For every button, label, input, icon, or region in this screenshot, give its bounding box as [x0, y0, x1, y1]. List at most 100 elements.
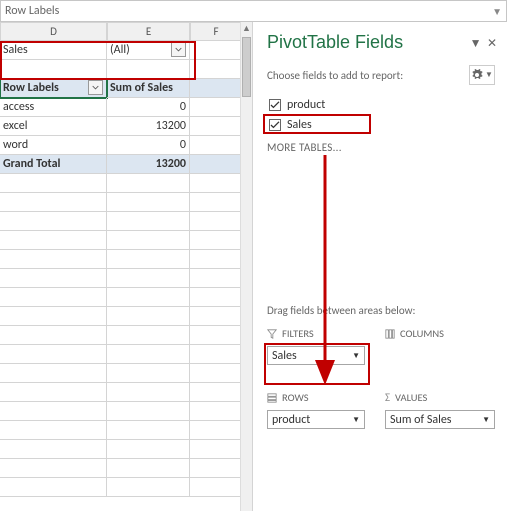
cell[interactable]: [0, 174, 107, 193]
checkbox-icon[interactable]: [269, 99, 281, 111]
pivot-row-label[interactable]: word: [0, 136, 107, 155]
cell[interactable]: [0, 193, 107, 212]
field-item-sales[interactable]: Sales: [267, 115, 495, 135]
pivot-header-rowlabels[interactable]: Row Labels: [0, 79, 107, 98]
cell[interactable]: [190, 155, 242, 174]
cell[interactable]: [107, 212, 190, 231]
cell[interactable]: [0, 250, 107, 269]
cell[interactable]: [107, 307, 190, 326]
area-chip-sales[interactable]: Sales ▼: [267, 346, 365, 365]
cell[interactable]: [190, 41, 242, 60]
cell[interactable]: [190, 117, 242, 136]
cell[interactable]: [0, 288, 107, 307]
report-filter-label[interactable]: Sales: [0, 41, 107, 60]
scroll-thumb[interactable]: [242, 37, 251, 97]
area-label: ROWS: [282, 391, 309, 404]
col-header-f[interactable]: F: [190, 22, 242, 41]
cell[interactable]: [0, 440, 107, 459]
cell[interactable]: [107, 478, 190, 497]
cell[interactable]: [190, 269, 242, 288]
cell[interactable]: [0, 478, 107, 497]
cell[interactable]: [190, 307, 242, 326]
pivot-row-value[interactable]: 13200: [107, 117, 190, 136]
pivot-row-label[interactable]: excel: [0, 117, 107, 136]
cell[interactable]: [190, 79, 242, 98]
cell[interactable]: [0, 345, 107, 364]
cell[interactable]: [107, 231, 190, 250]
cell[interactable]: [190, 478, 242, 497]
cell[interactable]: [0, 212, 107, 231]
cell[interactable]: [190, 459, 242, 478]
more-tables-link[interactable]: MORE TABLES...: [267, 141, 495, 154]
cell[interactable]: [190, 174, 242, 193]
cell[interactable]: [190, 193, 242, 212]
column-headers: D E F: [0, 22, 252, 41]
cell[interactable]: [107, 440, 190, 459]
cell[interactable]: [107, 345, 190, 364]
cell[interactable]: [0, 402, 107, 421]
pivot-grand-total-label[interactable]: Grand Total: [0, 155, 107, 174]
area-chip-sumofsales[interactable]: Sum of Sales ▼: [385, 410, 495, 429]
area-chip-product[interactable]: product ▼: [267, 410, 365, 429]
cell[interactable]: [107, 364, 190, 383]
col-header-e[interactable]: E: [107, 22, 190, 41]
cell[interactable]: [107, 326, 190, 345]
cell[interactable]: [107, 402, 190, 421]
cell[interactable]: [190, 440, 242, 459]
col-header-d[interactable]: D: [0, 22, 107, 41]
cell[interactable]: [0, 383, 107, 402]
cell[interactable]: [190, 250, 242, 269]
cell[interactable]: [190, 364, 242, 383]
cell[interactable]: [107, 383, 190, 402]
pivot-grand-total-value[interactable]: 13200: [107, 155, 190, 174]
gear-icon[interactable]: ▼: [469, 65, 495, 85]
cell[interactable]: [107, 60, 190, 79]
cell[interactable]: [107, 421, 190, 440]
pivot-row-value[interactable]: 0: [107, 136, 190, 155]
cell[interactable]: [190, 98, 242, 117]
worksheet-grid[interactable]: D E F Sales (All): [0, 22, 252, 511]
vertical-scrollbar[interactable]: ▲: [240, 22, 252, 511]
filter-dropdown-button[interactable]: [171, 42, 186, 57]
checkbox-icon[interactable]: [269, 119, 281, 131]
cell[interactable]: [190, 421, 242, 440]
area-filters[interactable]: FILTERS Sales ▼: [267, 325, 373, 381]
row-labels-dropdown[interactable]: [88, 80, 103, 95]
field-label: Sales: [287, 118, 312, 132]
cell[interactable]: [0, 326, 107, 345]
cell[interactable]: [190, 383, 242, 402]
cell[interactable]: [190, 402, 242, 421]
pivot-header-values[interactable]: Sum of Sales: [107, 79, 190, 98]
cell[interactable]: [190, 212, 242, 231]
cell[interactable]: [107, 174, 190, 193]
cell[interactable]: [190, 288, 242, 307]
field-label: product: [287, 98, 325, 112]
cell[interactable]: [0, 307, 107, 326]
cell[interactable]: [190, 60, 242, 79]
cell[interactable]: [190, 345, 242, 364]
cell[interactable]: [107, 459, 190, 478]
area-rows[interactable]: ROWS product ▼: [267, 389, 373, 445]
scroll-up-icon[interactable]: ▲: [241, 22, 252, 36]
cell[interactable]: [107, 269, 190, 288]
cell[interactable]: [190, 136, 242, 155]
cell[interactable]: [107, 250, 190, 269]
cell[interactable]: [0, 231, 107, 250]
field-item-product[interactable]: product: [267, 95, 495, 115]
cell[interactable]: [190, 231, 242, 250]
cell[interactable]: [107, 288, 190, 307]
area-values[interactable]: Σ VALUES Sum of Sales ▼: [385, 389, 495, 445]
pivot-row-label[interactable]: access: [0, 98, 107, 117]
cell[interactable]: [0, 459, 107, 478]
name-box[interactable]: Row Labels ▼: [0, 0, 507, 22]
cell[interactable]: [0, 60, 107, 79]
cell[interactable]: [0, 364, 107, 383]
cell[interactable]: [0, 421, 107, 440]
chevron-down-icon[interactable]: ▼ ✕: [470, 36, 497, 51]
cell[interactable]: [107, 193, 190, 212]
pivot-row-value[interactable]: 0: [107, 98, 190, 117]
cell[interactable]: [190, 326, 242, 345]
report-filter-value[interactable]: (All): [107, 41, 190, 60]
cell[interactable]: [0, 269, 107, 288]
area-columns[interactable]: COLUMNS: [385, 325, 495, 381]
